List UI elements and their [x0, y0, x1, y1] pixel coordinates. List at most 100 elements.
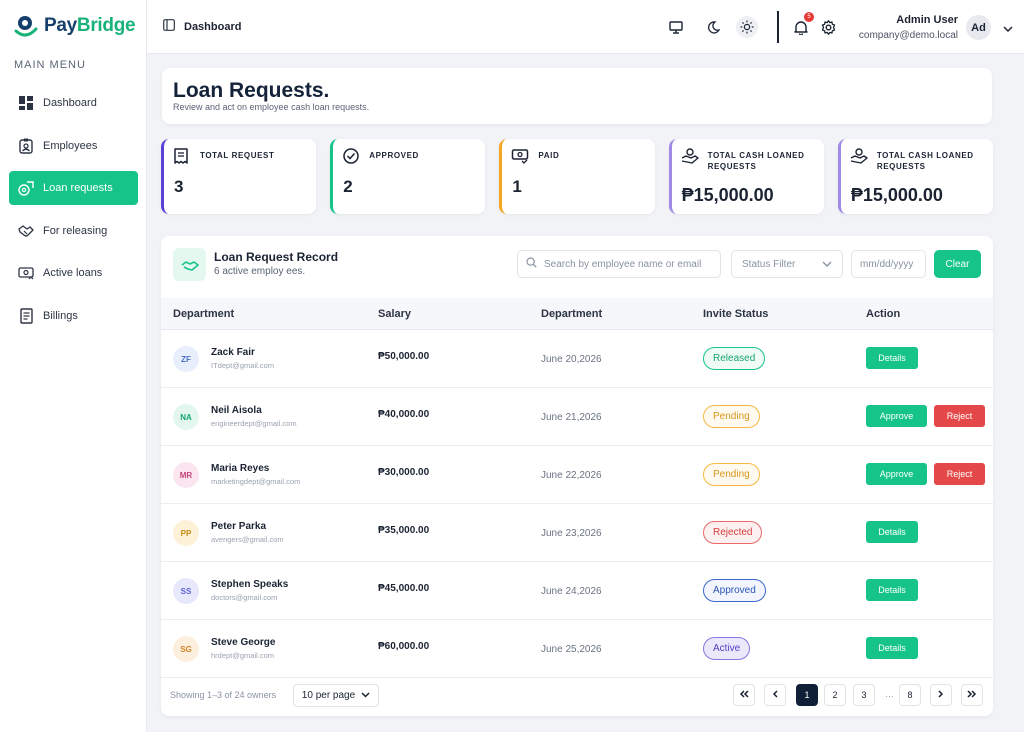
- date-filter-input[interactable]: mm/dd/yyyy: [851, 250, 926, 278]
- bell-icon[interactable]: 5: [791, 12, 814, 37]
- stat-label: TOTAL CASH LOANED REQUESTS: [707, 151, 805, 171]
- page-button-2[interactable]: 2: [824, 684, 846, 706]
- sidebar-item-billings[interactable]: Billings: [9, 299, 138, 333]
- sidebar-item-dashboard[interactable]: Dashboard: [9, 86, 138, 120]
- request-date: June 23,2026: [541, 528, 602, 539]
- sun-icon[interactable]: [736, 16, 758, 38]
- search-field[interactable]: [517, 250, 721, 278]
- status-badge: Approved: [703, 579, 766, 602]
- status-badge: Released: [703, 347, 766, 370]
- details-button[interactable]: Details: [866, 579, 918, 601]
- stat-card-total-cash-loaned-2: TOTAL CASH LOANED REQUESTS ₱15,000.00: [837, 139, 994, 214]
- cash-icon: [18, 265, 34, 281]
- check-circle-icon: [342, 147, 360, 165]
- sidebar-item-employees[interactable]: Employees: [9, 129, 138, 163]
- brand-name-part2: Bridge: [76, 15, 136, 36]
- page-subtitle: Review and act on employee cash loan req…: [173, 102, 370, 112]
- approve-button[interactable]: Approve: [866, 405, 927, 427]
- clear-button[interactable]: Clear: [934, 250, 981, 278]
- search-icon: [526, 255, 537, 273]
- employee-email: doctors@gmail.com: [211, 593, 278, 602]
- reject-button[interactable]: Reject: [934, 405, 985, 427]
- money-icon: [18, 180, 34, 196]
- page-button-8[interactable]: 8: [899, 684, 921, 706]
- page-button-3[interactable]: 3: [853, 684, 875, 706]
- brand-name: PayBridge: [44, 15, 136, 37]
- avatar: SS: [173, 578, 199, 604]
- prev-page-button[interactable]: [764, 684, 786, 706]
- employee-name: Peter Parka: [211, 521, 267, 532]
- first-page-button[interactable]: [733, 684, 755, 706]
- table-row: SS Stephen Speaks doctors@gmail.com ₱45,…: [161, 562, 993, 620]
- monitor-icon[interactable]: [666, 17, 686, 37]
- sidebar-item-label: Loan requests: [43, 182, 113, 194]
- sidebar-item-label: Active loans: [43, 267, 103, 279]
- column-header: Department: [173, 308, 235, 320]
- main-nav: Dashboard Employees Loan requests For re…: [9, 86, 138, 341]
- status-badge: Active: [703, 637, 751, 660]
- document-icon: [18, 307, 34, 324]
- avatar[interactable]: Ad: [966, 15, 991, 40]
- salary: ₱60,000.00: [378, 641, 430, 652]
- salary: ₱45,000.00: [378, 583, 430, 594]
- employee-email: ITdept@gmail.com: [211, 361, 275, 370]
- stat-value: 2: [343, 177, 353, 196]
- status-badge: Pending: [703, 405, 760, 428]
- per-page-select[interactable]: 10 per page: [293, 684, 379, 707]
- showing-count: Showing 1–3 of 24 owners: [170, 690, 277, 700]
- salary: ₱40,000.00: [378, 409, 430, 420]
- sidebar-item-for-releasing[interactable]: For releasing: [9, 214, 138, 248]
- gear-icon[interactable]: [818, 17, 838, 37]
- moon-icon[interactable]: [703, 17, 723, 37]
- stat-value: ₱15,000.00: [850, 185, 943, 205]
- stat-value: 1: [512, 177, 522, 196]
- user-info[interactable]: Admin User company@demo.local: [859, 14, 958, 41]
- stat-card-approved: APPROVED 2: [330, 139, 486, 214]
- table-row: MR Maria Reyes marketingdept@gmail.com ₱…: [161, 446, 993, 504]
- brand-logo[interactable]: PayBridge: [14, 14, 136, 38]
- last-page-button[interactable]: [961, 684, 983, 706]
- double-chevron-left-icon: [739, 690, 749, 700]
- stat-card-total-request: TOTAL REQUEST 3: [161, 139, 317, 214]
- employee-email: marketingdept@gmail.com: [211, 477, 301, 486]
- salary: ₱35,000.00: [378, 525, 430, 536]
- page-button-1[interactable]: 1: [796, 684, 818, 706]
- sidebar-item-label: Billings: [43, 309, 78, 322]
- table-header: Department Salary Department Invite Stat…: [161, 298, 993, 330]
- brand-name-part1: Pay: [44, 15, 77, 36]
- details-button[interactable]: Details: [866, 521, 918, 543]
- approve-button[interactable]: Approve: [866, 463, 927, 485]
- breadcrumb-label: Dashboard: [184, 20, 242, 33]
- chevron-right-icon: [938, 690, 944, 700]
- sidebar-toggle-icon[interactable]: [163, 19, 175, 34]
- request-date: June 21,2026: [541, 412, 602, 423]
- table-row: ZF Zack Fair ITdept@gmail.com ₱50,000.00…: [161, 330, 993, 388]
- breadcrumb: Dashboard: [163, 19, 241, 34]
- sidebar-item-label: For releasing: [43, 224, 108, 237]
- avatar: SG: [173, 636, 199, 662]
- receipt-icon: [173, 147, 191, 165]
- employee-email: avengers@gmail.com: [211, 535, 284, 544]
- hand-money-icon: [850, 147, 868, 165]
- reject-button[interactable]: Reject: [934, 463, 985, 485]
- details-button[interactable]: Details: [866, 347, 918, 369]
- status-filter-select[interactable]: Status Filter: [731, 250, 843, 278]
- user-name: Admin User: [896, 14, 958, 26]
- column-header: Action: [866, 308, 901, 320]
- table-row: PP Peter Parka avengers@gmail.com ₱35,00…: [161, 504, 993, 562]
- avatar: PP: [173, 520, 199, 546]
- stat-value: 3: [174, 177, 184, 196]
- details-button[interactable]: Details: [866, 637, 918, 659]
- sidebar-item-active-loans[interactable]: Active loans: [9, 256, 138, 290]
- sidebar-item-loan-requests[interactable]: Loan requests: [9, 171, 138, 205]
- chevron-down-icon[interactable]: [1003, 20, 1013, 38]
- next-page-button[interactable]: [930, 684, 952, 706]
- pagination-ellipsis: …: [885, 689, 894, 699]
- notification-count-badge: 5: [804, 12, 814, 22]
- status-badge: Pending: [703, 463, 760, 486]
- topbar-divider: [777, 11, 779, 43]
- stat-value: ₱15,000.00: [681, 185, 774, 205]
- request-date: June 24,2026: [541, 586, 602, 597]
- search-input[interactable]: [544, 258, 714, 270]
- topbar: Dashboard 5 Admin User company@demo.loca…: [147, 0, 1024, 54]
